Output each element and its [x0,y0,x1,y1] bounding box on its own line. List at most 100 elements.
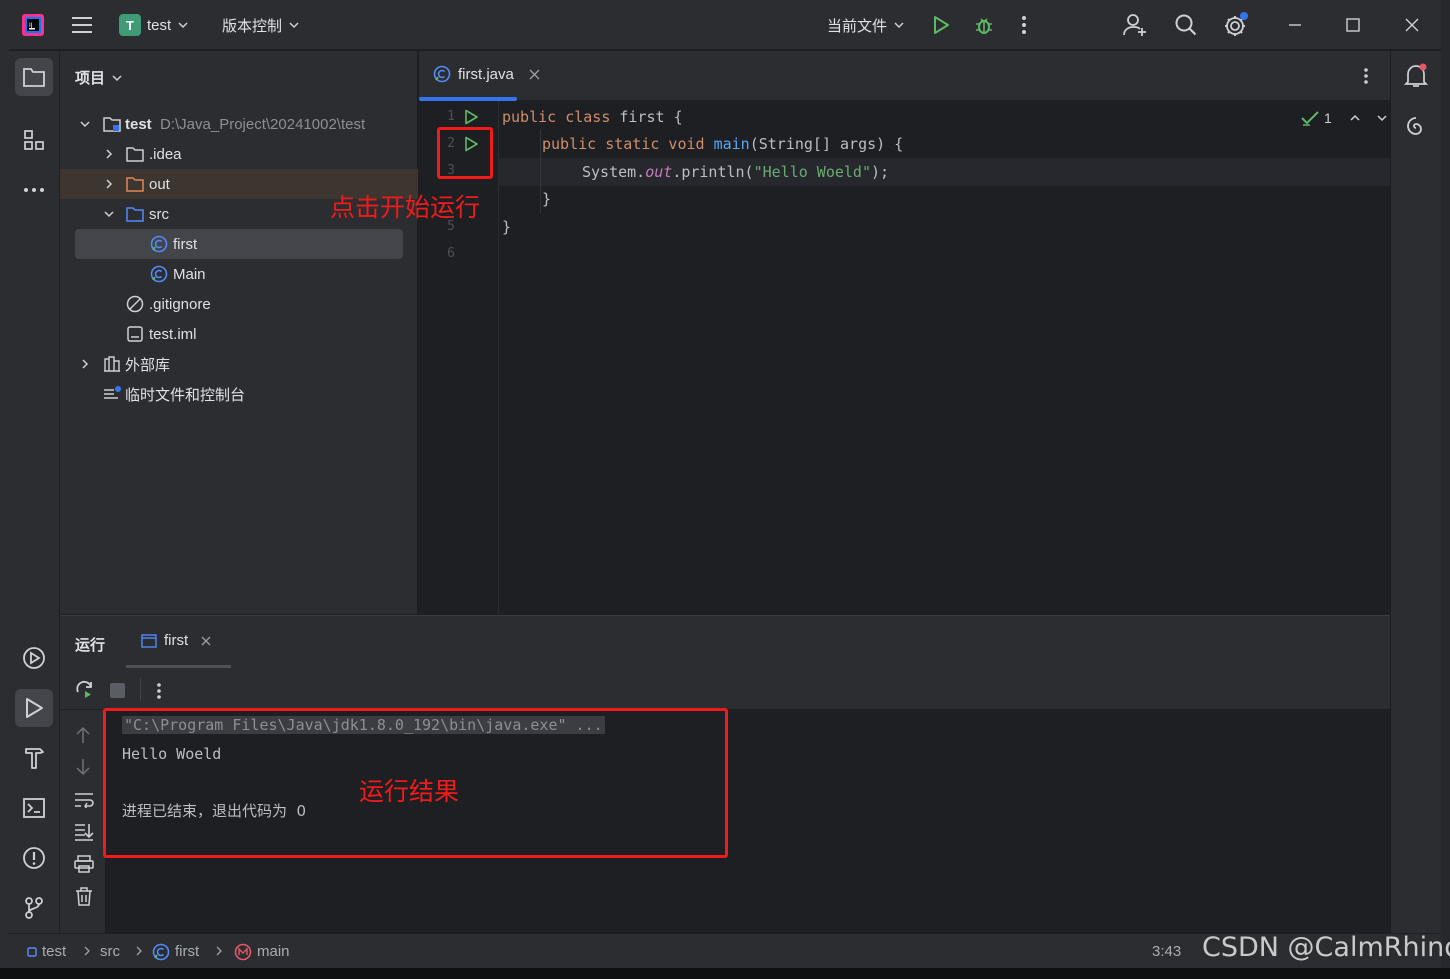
run-tool-button[interactable] [15,689,53,727]
annotation-run-gutter-box [437,127,493,179]
chevron-right-icon [216,946,222,956]
toolbar-divider [140,678,141,700]
vcs-menu[interactable]: 版本控制 [222,0,300,50]
run-side-toolbar [60,710,106,934]
editor-tab-bar: first.java [419,51,1390,101]
run-config-selector[interactable]: 当前文件 [827,0,905,50]
tree-item-idea[interactable]: .idea [60,139,418,169]
editor-tab-first-java[interactable]: first.java [433,65,540,83]
chevron-right-icon[interactable] [79,358,91,370]
chevron-down-icon [289,22,299,29]
run-button[interactable] [931,0,951,50]
structure-tool-button[interactable] [15,121,53,159]
tree-item-external-libraries[interactable]: 外部库 [60,349,418,379]
inspection-widget[interactable]: 1 [1301,110,1388,126]
project-tool-button[interactable] [15,58,53,96]
code-text: System. [582,163,646,181]
chevron-right-icon [136,946,142,956]
project-panel-header[interactable]: 项目 [75,67,123,88]
problems-icon [23,847,45,869]
editor-tab-label: first.java [458,65,514,83]
tree-item-main[interactable]: Main [60,259,418,289]
project-switcher[interactable]: T test [119,0,189,50]
chevron-down-icon[interactable] [1376,112,1388,124]
code-field: out [645,163,673,181]
more-actions-icon[interactable] [1021,0,1027,50]
module-folder-icon [103,117,121,132]
breadcrumb-test[interactable]: test [27,934,66,969]
close-icon[interactable] [201,636,211,646]
rerun-button[interactable] [75,680,95,700]
code-line: } [502,218,512,236]
scroll-up-icon[interactable] [75,726,91,744]
main-menu-icon[interactable] [71,0,93,50]
breadcrumb-label: src [100,943,120,960]
project-badge: T [119,14,141,36]
run-tab-first[interactable]: first [126,616,231,668]
debug-button[interactable] [973,0,995,50]
close-icon[interactable] [529,69,540,80]
stop-button[interactable] [110,683,125,698]
maximize-button[interactable] [1345,0,1361,50]
chevron-right-icon[interactable] [103,148,115,160]
tree-label: src [149,205,169,223]
cursor-position[interactable]: 3:43 [1152,943,1181,960]
minimize-button[interactable] [1287,0,1303,50]
soft-wrap-icon[interactable] [74,792,94,808]
vcs-label: 版本控制 [222,17,283,35]
project-panel: 项目 test D:\Java_Project\20241002\test .i… [60,51,418,614]
scroll-down-icon[interactable] [75,758,91,776]
scroll-to-end-icon[interactable] [74,823,94,841]
code-editor[interactable]: 1 2 3 5 6 public class first { public st… [419,101,1390,614]
library-icon [104,356,120,372]
tab-actions-icon[interactable] [1363,67,1369,85]
add-user-icon[interactable] [1123,0,1149,50]
ai-assistant-button[interactable] [1397,107,1435,145]
problems-tool-button[interactable] [15,839,53,877]
gutter-run-class-button[interactable] [463,109,479,125]
method-icon [234,943,252,960]
tree-item-test-iml[interactable]: test.iml [60,319,418,349]
settings-gear-icon[interactable] [1222,0,1250,50]
inspection-count: 1 [1324,110,1332,126]
annotation-run-hint: 点击开始运行 [330,194,481,222]
more-actions-icon[interactable] [156,682,162,700]
module-file-icon [127,326,143,342]
tree-item-first[interactable]: first [75,229,403,259]
services-tool-button[interactable] [15,639,53,677]
build-tool-button[interactable] [15,739,53,777]
tree-label: 临时文件和控制台 [125,386,246,404]
run-tab-label: first [164,632,189,649]
chevron-right-icon[interactable] [103,178,115,190]
trash-icon[interactable] [75,887,93,906]
breadcrumb-first[interactable]: first [152,934,199,969]
chevron-down-icon[interactable] [79,118,91,130]
structure-icon [24,130,44,150]
search-icon[interactable] [1174,0,1198,50]
project-panel-title: 项目 [75,70,106,87]
checkmark-icon [1301,111,1319,126]
notifications-button[interactable] [1397,57,1435,95]
title-bar: IJ T test 版本控制 当前文件 [9,0,1441,50]
breadcrumb-src[interactable]: src [100,934,120,969]
chevron-down-icon[interactable] [103,208,115,220]
tree-item-gitignore[interactable]: .gitignore [60,289,418,319]
tree-item-test-root[interactable]: test D:\Java_Project\20241002\test [60,109,418,139]
source-folder-icon [126,207,144,222]
right-tool-strip [1390,51,1441,933]
breadcrumb-main[interactable]: main [234,934,290,969]
left-window-edge [0,0,9,979]
run-panel-header: 运行 first [60,616,1390,668]
terminal-tool-button[interactable] [15,789,53,827]
git-tool-button[interactable] [15,889,53,927]
svg-text:IJ: IJ [29,22,33,29]
code-line: System.out.println("Hello Woeld"); [582,158,889,186]
more-tools-button[interactable] [15,171,53,209]
code-text: .println( [672,163,754,181]
app-logo-icon[interactable]: IJ [21,0,45,50]
close-window-button[interactable] [1404,0,1420,50]
tree-item-scratches[interactable]: 临时文件和控制台 [60,379,418,409]
print-icon[interactable] [74,855,94,873]
tree-label: 外部库 [125,356,171,374]
chevron-up-icon[interactable] [1349,112,1361,124]
